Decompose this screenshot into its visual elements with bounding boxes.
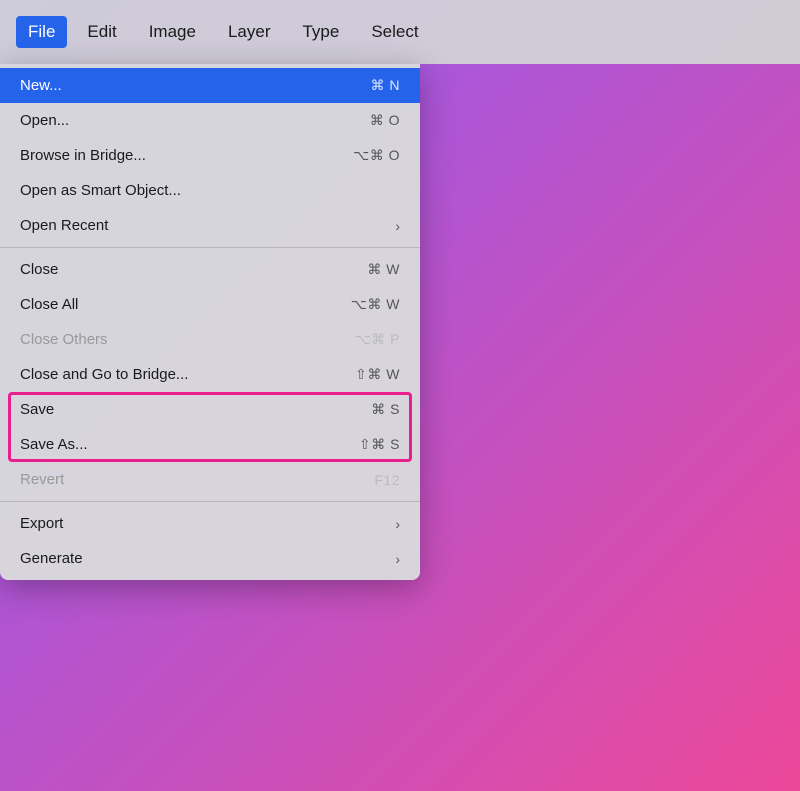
menu-item-browse-bridge-label: Browse in Bridge... — [20, 147, 353, 164]
menu-item-save-shortcut: ⌘ S — [371, 401, 400, 418]
menu-item-close-others-label: Close Others — [20, 331, 355, 348]
menu-bar-file[interactable]: File — [16, 16, 67, 48]
menu-bar-select[interactable]: Select — [359, 16, 430, 48]
menu-item-close-all-shortcut: ⌥⌘ W — [351, 296, 400, 313]
menu-item-close-others: Close Others ⌥⌘ P — [0, 322, 420, 357]
menu-item-close-shortcut: ⌘ W — [367, 261, 400, 278]
menu-item-close[interactable]: Close ⌘ W — [0, 252, 420, 287]
menu-bar-type[interactable]: Type — [290, 16, 351, 48]
menu-item-new-label: New... — [20, 77, 371, 94]
menu-item-new-shortcut: ⌘ N — [371, 77, 401, 94]
menu-item-browse-bridge[interactable]: Browse in Bridge... ⌥⌘ O — [0, 138, 420, 173]
menu-bar-layer[interactable]: Layer — [216, 16, 283, 48]
menu-item-open-recent[interactable]: Open Recent › — [0, 208, 420, 243]
menu-item-new[interactable]: New... ⌘ N — [0, 68, 420, 103]
menu-item-open-label: Open... — [20, 112, 370, 129]
menu-item-open-smart-object[interactable]: Open as Smart Object... — [0, 173, 420, 208]
menu-bar: File Edit Image Layer Type Select — [0, 0, 800, 64]
menu-bar-image[interactable]: Image — [137, 16, 208, 48]
chevron-right-icon: › — [395, 218, 400, 234]
menu-item-close-go-bridge-shortcut: ⇧⌘ W — [355, 366, 400, 383]
menu-item-save[interactable]: Save ⌘ S — [0, 392, 420, 427]
menu-item-export-label: Export — [20, 515, 395, 532]
menu-item-save-as-label: Save As... — [20, 436, 359, 453]
export-chevron-right-icon: › — [395, 516, 400, 532]
menu-item-close-go-bridge-label: Close and Go to Bridge... — [20, 366, 355, 383]
menu-item-close-go-bridge[interactable]: Close and Go to Bridge... ⇧⌘ W — [0, 357, 420, 392]
menu-item-revert: Revert F12 — [0, 462, 420, 497]
menu-item-open[interactable]: Open... ⌘ O — [0, 103, 420, 138]
divider-2 — [0, 501, 420, 502]
menu-item-close-all[interactable]: Close All ⌥⌘ W — [0, 287, 420, 322]
menu-item-revert-label: Revert — [20, 471, 374, 488]
menu-item-save-as[interactable]: Save As... ⇧⌘ S — [0, 427, 420, 462]
generate-chevron-right-icon: › — [395, 551, 400, 567]
menu-item-revert-shortcut: F12 — [374, 472, 400, 488]
menu-item-open-shortcut: ⌘ O — [370, 112, 400, 129]
menu-item-export[interactable]: Export › — [0, 506, 420, 541]
menu-item-close-label: Close — [20, 261, 367, 278]
menu-item-save-label: Save — [20, 401, 371, 418]
save-group: Save ⌘ S Save As... ⇧⌘ S — [0, 392, 420, 462]
menu-item-close-others-shortcut: ⌥⌘ P — [355, 331, 400, 348]
menu-item-open-recent-label: Open Recent — [20, 217, 395, 234]
menu-item-browse-bridge-shortcut: ⌥⌘ O — [353, 147, 400, 164]
menu-item-save-as-shortcut: ⇧⌘ S — [359, 436, 400, 453]
menu-bar-edit[interactable]: Edit — [75, 16, 128, 48]
menu-item-generate[interactable]: Generate › — [0, 541, 420, 576]
menu-item-open-smart-object-label: Open as Smart Object... — [20, 182, 400, 199]
menu-item-close-all-label: Close All — [20, 296, 351, 313]
divider-1 — [0, 247, 420, 248]
menu-item-generate-label: Generate — [20, 550, 395, 567]
file-dropdown-menu: New... ⌘ N Open... ⌘ O Browse in Bridge.… — [0, 64, 420, 580]
